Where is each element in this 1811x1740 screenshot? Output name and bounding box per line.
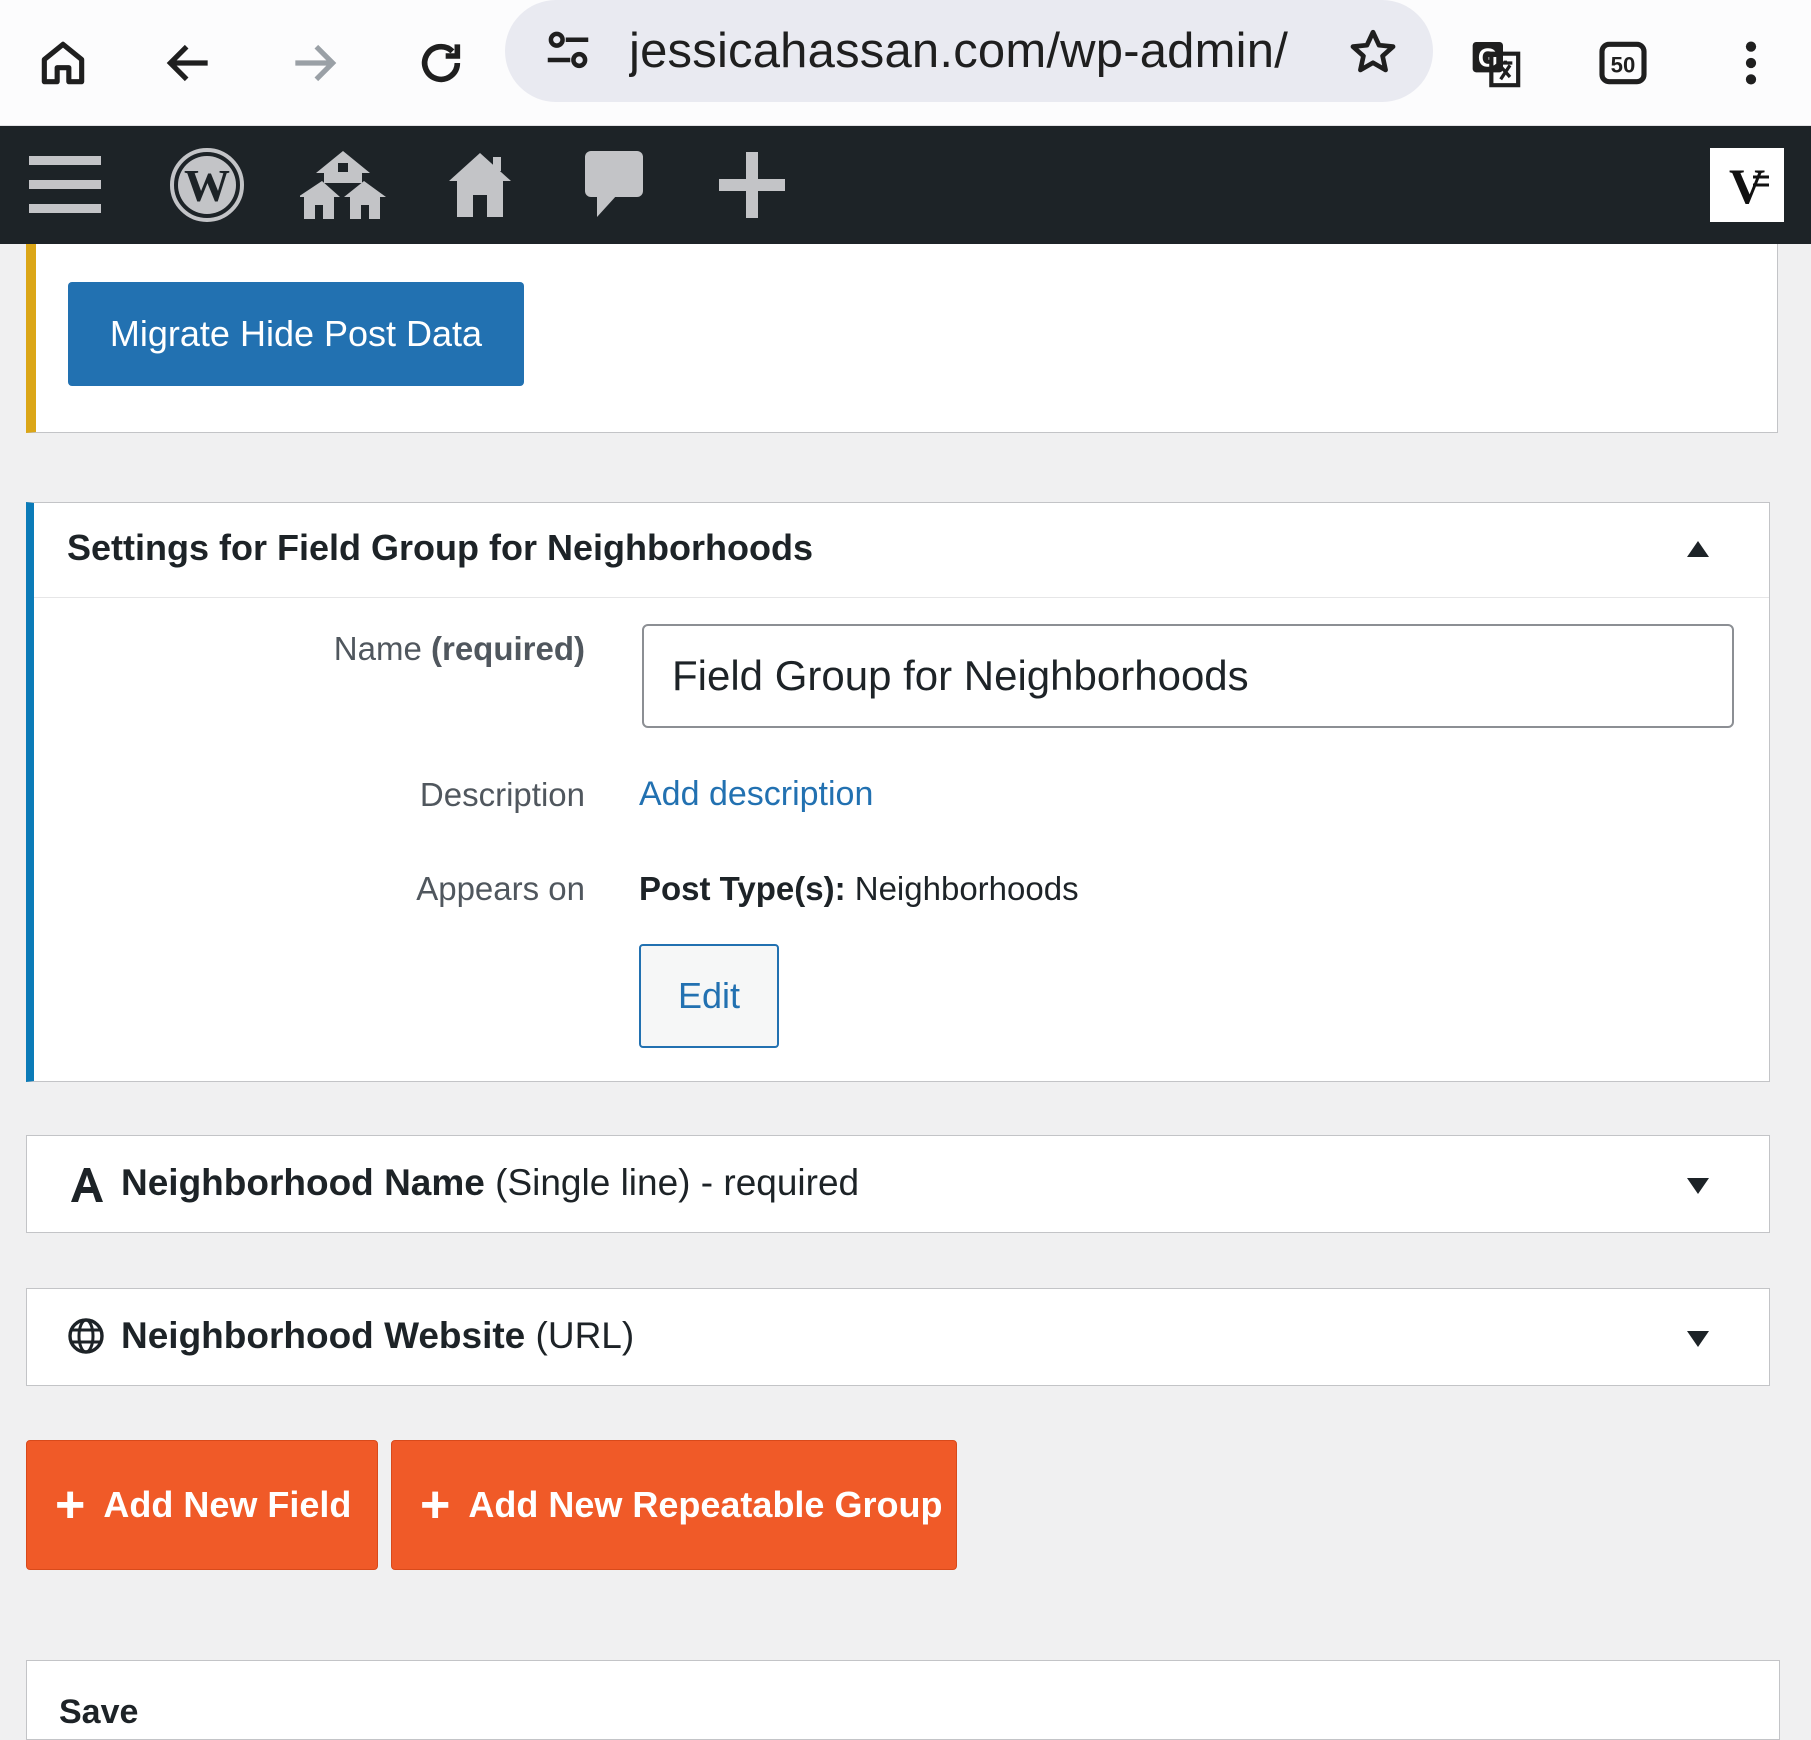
translate-icon[interactable]: G	[1455, 22, 1537, 104]
forward-arrow-icon[interactable]	[273, 22, 355, 104]
avatar-icon[interactable]: V	[1710, 148, 1784, 222]
add-new-field-button[interactable]: + Add New Field	[26, 1440, 378, 1570]
field-row-neighborhood-website[interactable]: Neighborhood Website (URL)	[26, 1288, 1770, 1386]
browser-toolbar: jessicahassan.com/wp-admin/ G 50	[0, 0, 1811, 126]
site-home-icon[interactable]	[440, 144, 520, 226]
description-label: Description	[419, 776, 585, 813]
svg-text:W: W	[184, 160, 230, 211]
plus-icon: +	[420, 1476, 451, 1534]
group-name-input[interactable]: Field Group for Neighborhoods	[642, 624, 1734, 728]
panel-title: Settings for Field Group for Neighborhoo…	[67, 527, 813, 568]
migrate-hide-post-data-button[interactable]: Migrate Hide Post Data	[68, 282, 524, 386]
wp-admin-bar: W V	[0, 126, 1811, 244]
text-a-icon	[71, 1168, 103, 1202]
field-label: Neighborhood Website (URL)	[121, 1315, 635, 1356]
post-types-value: Post Type(s): Neighborhoods	[639, 870, 1079, 907]
new-content-icon[interactable]	[712, 144, 792, 226]
save-panel: Save	[26, 1660, 1780, 1740]
appears-on-label: Appears on	[416, 870, 585, 907]
comments-icon[interactable]	[574, 144, 654, 226]
wordpress-logo-icon[interactable]: W	[166, 144, 248, 226]
panel-header[interactable]: Settings for Field Group for Neighborhoo…	[34, 503, 1769, 598]
edit-post-types-button[interactable]: Edit	[639, 944, 779, 1048]
add-new-repeatable-group-button[interactable]: + Add New Repeatable Group	[391, 1440, 957, 1570]
field-row-neighborhood-name[interactable]: Neighborhood Name (Single line) - requir…	[26, 1135, 1770, 1233]
plus-icon: +	[55, 1476, 86, 1534]
site-settings-icon[interactable]	[541, 24, 595, 78]
address-bar[interactable]: jessicahassan.com/wp-admin/	[505, 0, 1433, 102]
expand-caret-icon[interactable]	[1687, 1331, 1709, 1347]
more-vert-icon[interactable]	[1710, 22, 1792, 104]
save-panel-title: Save	[59, 1693, 139, 1731]
name-label: Name (required)	[333, 630, 585, 667]
my-sites-icon[interactable]	[298, 144, 388, 226]
url-text[interactable]: jessicahassan.com/wp-admin/	[629, 20, 1289, 82]
collapse-caret-icon[interactable]	[1687, 541, 1709, 557]
home-icon[interactable]	[22, 22, 104, 104]
tabs-icon[interactable]: 50	[1582, 22, 1664, 104]
star-icon[interactable]	[1345, 24, 1401, 80]
add-description-link[interactable]: Add description	[639, 775, 873, 814]
globe-icon	[68, 1318, 104, 1354]
menu-icon[interactable]	[24, 144, 106, 226]
field-label: Neighborhood Name (Single line) - requir…	[121, 1162, 860, 1203]
back-arrow-icon[interactable]	[148, 22, 230, 104]
reload-icon[interactable]	[400, 22, 482, 104]
svg-text:50: 50	[1611, 52, 1636, 77]
expand-caret-icon[interactable]	[1687, 1178, 1709, 1194]
svg-text:G: G	[1478, 45, 1498, 73]
